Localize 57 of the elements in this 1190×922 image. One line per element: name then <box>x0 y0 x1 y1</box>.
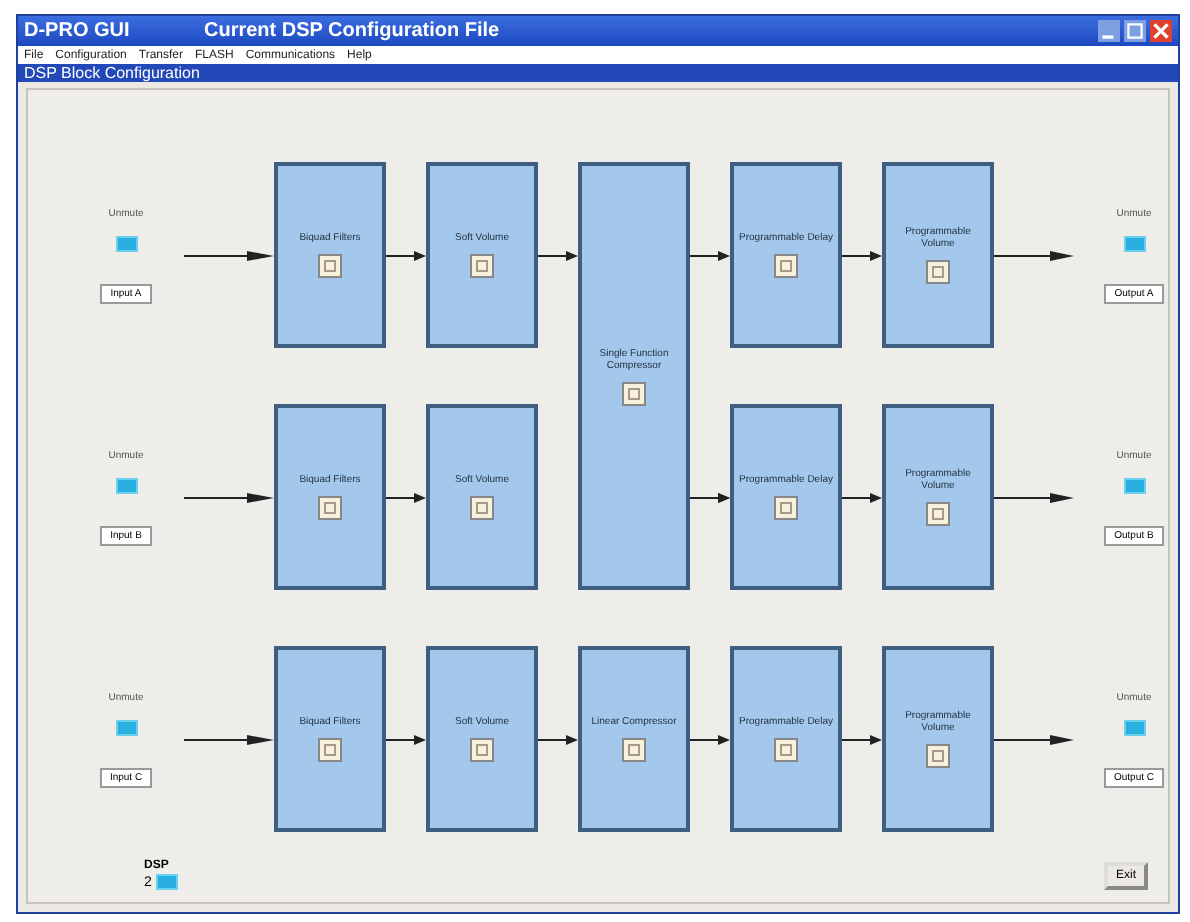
panel-title: DSP Block Configuration <box>18 64 1178 82</box>
mute-toggle[interactable] <box>115 719 137 735</box>
dsp-toggle[interactable] <box>155 874 178 890</box>
settings-icon <box>476 502 488 514</box>
block-settings-button[interactable] <box>318 738 342 762</box>
settings-icon <box>324 502 336 514</box>
minimize-icon[interactable] <box>1098 20 1120 42</box>
settings-icon <box>324 744 336 756</box>
block-settings-button[interactable] <box>926 260 950 284</box>
arrow <box>386 249 426 261</box>
settings-icon <box>780 502 792 514</box>
block-settings-button[interactable] <box>926 744 950 768</box>
arrow <box>994 249 1074 261</box>
block-settings-button[interactable] <box>318 496 342 520</box>
mute-toggle[interactable] <box>1123 719 1145 735</box>
mute-toggle[interactable] <box>115 477 137 493</box>
block-settings-button[interactable] <box>470 738 494 762</box>
arrow <box>184 491 274 503</box>
arrow <box>386 733 426 745</box>
arrow <box>690 249 730 261</box>
block-settings-button[interactable] <box>774 254 798 278</box>
mute-toggle[interactable] <box>1123 477 1145 493</box>
settings-icon <box>628 744 640 756</box>
mute-toggle[interactable] <box>115 235 137 251</box>
arrow <box>184 733 274 745</box>
settings-icon <box>932 266 944 278</box>
block-settings-button[interactable] <box>926 502 950 526</box>
app-name: D-PRO GUI <box>24 20 132 42</box>
arrow <box>842 249 882 261</box>
settings-icon <box>476 260 488 272</box>
settings-icon <box>324 260 336 272</box>
close-icon[interactable] <box>1150 20 1172 42</box>
arrow <box>538 249 578 261</box>
block-settings-button[interactable] <box>622 738 646 762</box>
block-settings-button[interactable] <box>622 381 646 405</box>
arrow <box>538 733 578 745</box>
arrow <box>690 733 730 745</box>
arrow <box>842 491 882 503</box>
settings-icon <box>780 744 792 756</box>
settings-icon <box>932 750 944 762</box>
block-settings-button[interactable] <box>774 496 798 520</box>
mute-toggle[interactable] <box>1123 235 1145 251</box>
arrow <box>184 249 274 261</box>
settings-icon <box>780 260 792 272</box>
block-settings-button[interactable] <box>318 254 342 278</box>
settings-icon <box>628 387 640 399</box>
arrow <box>994 491 1074 503</box>
block-settings-button[interactable] <box>470 496 494 520</box>
block-settings-button[interactable] <box>470 254 494 278</box>
arrow <box>842 733 882 745</box>
window-title: Current DSP Configuration File <box>204 20 502 42</box>
arrow <box>386 491 426 503</box>
arrow <box>994 733 1074 745</box>
maximize-icon[interactable] <box>1124 20 1146 42</box>
settings-icon <box>476 744 488 756</box>
settings-icon <box>932 508 944 520</box>
block-settings-button[interactable] <box>774 738 798 762</box>
